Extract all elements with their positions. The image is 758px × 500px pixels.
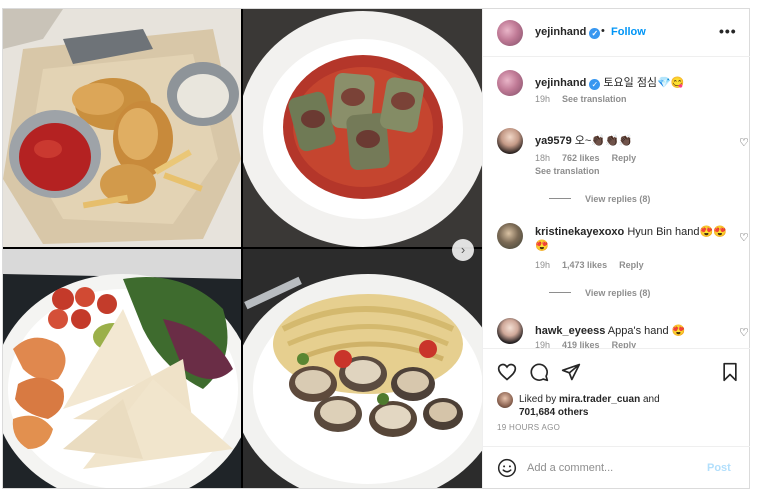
view-replies-button[interactable]: View replies (8) — [549, 288, 650, 298]
heart-icon[interactable]: ♡ — [739, 326, 749, 339]
paper-plane-icon[interactable] — [561, 362, 581, 382]
follow-button[interactable]: Follow — [611, 26, 646, 38]
post-side-panel: yejinhand ✓ • Follow ••• yejinhand ✓ 토요일 점… — [482, 9, 750, 488]
caption-username[interactable]: yejinhand — [535, 77, 586, 89]
verified-badge-icon: ✓ — [589, 79, 601, 90]
caption-avatar[interactable] — [497, 70, 523, 96]
comment-input[interactable] — [527, 459, 697, 477]
commenter-avatar[interactable] — [497, 128, 523, 154]
comment-time: 18h — [535, 153, 551, 163]
caption-meta: 19h See translation — [535, 94, 639, 104]
action-bar — [483, 348, 750, 392]
comment-meta: 19h 1,473 likes Reply — [535, 260, 656, 270]
liker-avatar[interactable] — [497, 392, 513, 408]
photo-shrimp-and-flatbread — [3, 249, 241, 488]
reply-button[interactable]: Reply — [612, 153, 637, 163]
comment-likes[interactable]: 762 likes — [562, 153, 600, 163]
comment-meta: 19h 419 likes Reply — [535, 340, 648, 348]
post-button[interactable]: Post — [707, 462, 731, 474]
header-separator: • — [601, 25, 605, 37]
commenter-username[interactable]: ya9579 — [535, 135, 572, 147]
comment-icon[interactable] — [529, 362, 549, 382]
heart-icon[interactable] — [497, 362, 517, 382]
comment-likes[interactable]: 419 likes — [562, 340, 600, 348]
comment-time: 19h — [535, 260, 551, 270]
comment-text: ya9579 오~👏🏿👏🏿👏🏿 — [535, 135, 633, 147]
likes-count[interactable]: 701,684 others — [519, 406, 589, 419]
replies-line — [549, 198, 571, 199]
caption-text: yejinhand ✓ 토요일 점심💎😋 — [535, 77, 685, 90]
commenter-avatar[interactable] — [497, 318, 523, 344]
verified-badge-icon: ✓ — [589, 28, 601, 39]
post-photo[interactable]: › — [3, 9, 482, 488]
reply-button[interactable]: Reply — [612, 340, 637, 348]
comment-composer: Post — [483, 446, 750, 488]
more-options-icon[interactable]: ••• — [719, 23, 737, 39]
bookmark-icon[interactable] — [720, 362, 740, 382]
commenter-avatar[interactable] — [497, 223, 523, 249]
smiley-icon[interactable] — [497, 458, 517, 478]
comment-text: kristinekayexoxo Hyun Bin hand😍😍😍 — [535, 226, 727, 252]
commenter-username[interactable]: hawk_eyeess — [535, 325, 605, 337]
chevron-right-icon[interactable]: › — [452, 239, 474, 261]
post-modal: › yejinhand ✓ • Follow ••• yejinhand ✓ 토요일… — [2, 8, 750, 489]
see-translation-link[interactable]: See translation — [562, 94, 627, 104]
caption-time: 19h — [535, 94, 551, 104]
comments-list[interactable]: yejinhand ✓ 토요일 점심💎😋 19h See translation y… — [483, 58, 750, 348]
author-avatar[interactable] — [497, 20, 523, 46]
comment-likes[interactable]: 1,473 likes — [562, 260, 607, 270]
replies-line — [549, 292, 571, 293]
heart-icon[interactable]: ♡ — [739, 231, 749, 244]
liked-by-user-link[interactable]: mira.trader_cuan — [559, 394, 640, 405]
photo-zucchini-rolls — [243, 9, 482, 247]
comment-text: hawk_eyeess Appa's hand 😍 — [535, 325, 686, 337]
post-timestamp: 19 HOURS AGO — [497, 423, 561, 432]
photo-clam-pasta — [243, 249, 482, 488]
commenter-username[interactable]: kristinekayexoxo — [535, 226, 624, 238]
reply-button[interactable]: Reply — [619, 260, 644, 270]
photo-fish-and-chips — [3, 9, 241, 247]
see-translation-link[interactable]: See translation — [535, 166, 600, 176]
comment-time: 19h — [535, 340, 551, 348]
author-username[interactable]: yejinhand ✓ — [535, 26, 601, 39]
view-replies-button[interactable]: View replies (8) — [549, 194, 650, 204]
heart-icon[interactable]: ♡ — [739, 136, 749, 149]
comment-meta: 18h 762 likes Reply — [535, 153, 648, 163]
liked-by-line: Liked by mira.trader_cuan and — [519, 394, 660, 405]
post-header: yejinhand ✓ • Follow ••• — [483, 9, 750, 57]
